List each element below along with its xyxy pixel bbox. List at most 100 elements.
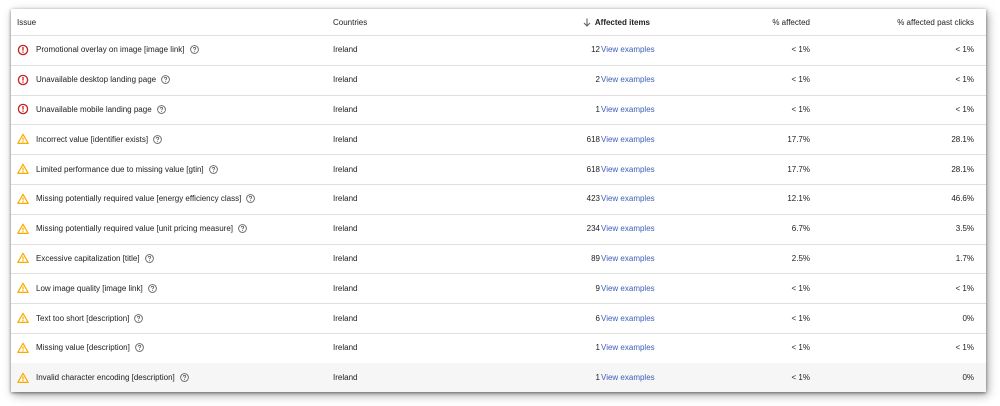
table-row[interactable]: Missing potentially required value [ener… bbox=[11, 184, 986, 215]
issue-label: Excessive capitalization [title] bbox=[36, 253, 140, 263]
issue-label: Unavailable desktop landing page bbox=[36, 75, 157, 85]
issue-label: Incorrect value [identifier exists] bbox=[36, 134, 149, 144]
warning-icon bbox=[17, 193, 29, 205]
help-icon[interactable] bbox=[156, 105, 166, 114]
issue-cell: Unavailable mobile landing page bbox=[17, 95, 327, 125]
view-examples-link[interactable]: View examples bbox=[601, 35, 721, 65]
pct-affected: < 1% bbox=[791, 313, 810, 323]
affected-count: 1 bbox=[595, 373, 600, 383]
issue-label: Promotional overlay on image [image link… bbox=[36, 45, 185, 55]
warning-icon bbox=[17, 223, 29, 235]
pct-affected-past-clicks: 46.6% bbox=[951, 194, 974, 204]
warning-icon bbox=[17, 342, 29, 354]
pct-affected: < 1% bbox=[791, 45, 810, 55]
pct-affected: 17.7% bbox=[787, 164, 810, 174]
affected-count: 1 bbox=[595, 104, 600, 114]
country-cell: Ireland bbox=[333, 75, 358, 85]
view-examples-link[interactable]: View examples bbox=[601, 154, 721, 184]
pct-affected-past-clicks: 28.1% bbox=[951, 134, 974, 144]
table-row[interactable]: Text too short [description] Ireland 6 View… bbox=[11, 303, 986, 334]
affected-count: 12 bbox=[591, 45, 600, 55]
view-examples-link[interactable]: View examples bbox=[601, 124, 721, 154]
affected-count: 618 bbox=[586, 134, 600, 144]
pct-affected-past-clicks: < 1% bbox=[955, 343, 974, 353]
help-icon[interactable] bbox=[161, 75, 170, 85]
affected-count: 9 bbox=[595, 283, 600, 293]
pct-affected: 6.7% bbox=[791, 224, 810, 234]
pct-affected-past-clicks: < 1% bbox=[955, 75, 974, 85]
table-row[interactable]: Unavailable desktop landing page Ireland 2… bbox=[11, 65, 986, 96]
issue-label: Missing value [description] bbox=[36, 343, 130, 353]
view-examples-link[interactable]: View examples bbox=[601, 214, 721, 244]
table-row[interactable]: Missing potentially required value [unit… bbox=[11, 214, 986, 245]
pct-affected-past-clicks: 1.7% bbox=[955, 253, 974, 263]
help-icon[interactable] bbox=[147, 283, 157, 293]
affected-count: 6 bbox=[595, 313, 600, 323]
pct-affected: 2.5% bbox=[791, 253, 810, 263]
table-row[interactable]: Missing value [description] Ireland 1 View … bbox=[11, 333, 986, 364]
pct-affected-past-clicks: 0% bbox=[962, 313, 974, 323]
country-cell: Ireland bbox=[333, 313, 358, 323]
table-row[interactable]: Limited performance due to missing value… bbox=[11, 154, 986, 185]
view-examples-link[interactable]: View examples bbox=[601, 184, 721, 214]
issue-cell: Missing value [description] bbox=[17, 333, 327, 363]
table-row[interactable]: Invalid character encoding [description]… bbox=[11, 362, 986, 392]
column-header-pct-affected[interactable]: % affected bbox=[710, 9, 810, 35]
issue-cell: Limited performance due to missing value… bbox=[17, 154, 327, 184]
country-cell: Ireland bbox=[333, 104, 358, 114]
table-row[interactable]: Incorrect value [identifier exists] Irela… bbox=[11, 124, 986, 156]
issue-cell: Low image quality [image link] bbox=[17, 273, 327, 303]
column-header-affected-items[interactable]: Affected items bbox=[500, 9, 650, 35]
warning-icon bbox=[17, 282, 29, 294]
issues-table: Issue Countries Affected items % affecte… bbox=[11, 9, 986, 392]
help-icon[interactable] bbox=[189, 45, 199, 55]
warning-icon bbox=[17, 163, 29, 175]
country-cell: Ireland bbox=[333, 134, 358, 144]
help-icon[interactable] bbox=[153, 134, 162, 144]
issue-label: Missing potentially required value [ener… bbox=[36, 194, 242, 204]
view-examples-link[interactable]: View examples bbox=[601, 333, 721, 363]
column-header-affected-items-label: Affected items bbox=[594, 17, 650, 27]
help-icon[interactable] bbox=[179, 373, 189, 383]
country-cell: Ireland bbox=[333, 283, 358, 293]
help-icon[interactable] bbox=[134, 343, 144, 353]
help-icon[interactable] bbox=[144, 254, 154, 263]
pct-affected: < 1% bbox=[791, 75, 810, 85]
help-icon[interactable] bbox=[208, 164, 218, 174]
help-icon[interactable] bbox=[238, 224, 247, 234]
arrow-down-icon[interactable] bbox=[583, 18, 591, 27]
column-header-pct-past-clicks[interactable]: % affected past clicks bbox=[864, 9, 974, 35]
pct-affected-past-clicks: < 1% bbox=[955, 45, 974, 55]
pct-affected: < 1% bbox=[791, 343, 810, 353]
table-row[interactable]: Unavailable mobile landing page Ireland 1 V… bbox=[11, 95, 986, 126]
view-examples-link[interactable]: View examples bbox=[601, 65, 721, 95]
pct-affected: 17.7% bbox=[787, 134, 810, 144]
view-examples-link[interactable]: View examples bbox=[601, 273, 721, 303]
country-cell: Ireland bbox=[333, 343, 358, 353]
warning-icon bbox=[17, 252, 29, 264]
help-icon[interactable] bbox=[246, 194, 256, 204]
pct-affected-past-clicks: 3.5% bbox=[955, 224, 974, 234]
issue-label: Unavailable mobile landing page bbox=[36, 104, 152, 114]
table-row[interactable]: Excessive capitalization [title] Ireland 8… bbox=[11, 244, 986, 275]
table-header-row: Issue Countries Affected items % affecte… bbox=[11, 9, 986, 36]
column-header-issue[interactable]: Issue bbox=[17, 9, 327, 35]
issue-label: Missing potentially required value [unit… bbox=[36, 224, 233, 234]
issue-cell: Excessive capitalization [title] bbox=[17, 244, 327, 274]
view-examples-link[interactable]: View examples bbox=[601, 363, 721, 392]
country-cell: Ireland bbox=[333, 224, 358, 234]
country-cell: Ireland bbox=[333, 253, 358, 263]
help-icon[interactable] bbox=[134, 313, 144, 323]
pct-affected: < 1% bbox=[791, 373, 810, 383]
table-row[interactable]: Low image quality [image link] Ireland 9 Vi… bbox=[11, 273, 986, 305]
pct-affected-past-clicks: 0% bbox=[962, 373, 974, 383]
affected-count: 618 bbox=[586, 164, 600, 174]
table-row[interactable]: Promotional overlay on image [image link… bbox=[11, 35, 986, 66]
view-examples-link[interactable]: View examples bbox=[601, 244, 721, 274]
affected-count: 423 bbox=[586, 194, 600, 204]
affected-count: 234 bbox=[586, 224, 600, 234]
pct-affected-past-clicks: < 1% bbox=[955, 104, 974, 114]
view-examples-link[interactable]: View examples bbox=[601, 303, 721, 333]
issue-label: Limited performance due to missing value… bbox=[36, 164, 204, 174]
view-examples-link[interactable]: View examples bbox=[601, 95, 721, 125]
